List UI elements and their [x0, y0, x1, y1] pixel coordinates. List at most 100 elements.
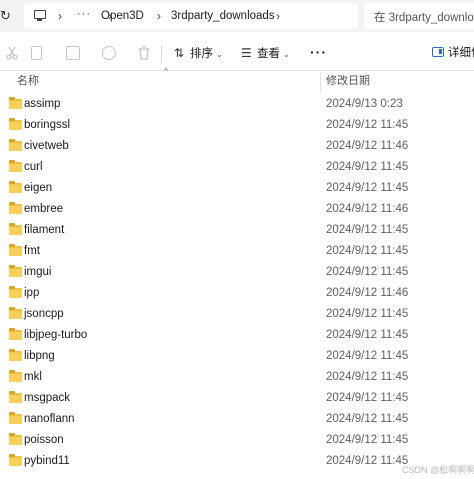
sort-icon: ⇅ — [174, 46, 185, 60]
file-row[interactable]: embree 2024/9/12 11:46 — [0, 199, 474, 220]
command-bar: ⇅排序⌄ ☰查看⌄ ··· 详细信息 — [0, 36, 474, 70]
file-modified-date: 2024/9/12 11:45 — [326, 224, 409, 236]
column-header-modified[interactable]: 修改日期 — [326, 74, 370, 88]
folder-icon — [9, 139, 22, 151]
file-modified-date: 2024/9/12 11:45 — [326, 371, 409, 383]
file-row[interactable]: eigen 2024/9/12 11:45 — [0, 178, 474, 199]
file-modified-date: 2024/9/12 11:46 — [326, 203, 409, 215]
folder-icon — [9, 118, 22, 130]
file-modified-date: 2024/9/12 11:45 — [326, 392, 409, 404]
folder-icon — [9, 349, 22, 361]
file-modified-date: 2024/9/12 11:45 — [326, 245, 409, 257]
file-name: ipp — [24, 287, 40, 299]
file-row[interactable]: mkl 2024/9/12 11:45 — [0, 367, 474, 388]
breadcrumb-open3d[interactable]: Open3D — [101, 8, 144, 24]
folder-icon — [9, 244, 22, 256]
file-modified-date: 2024/9/12 11:45 — [326, 182, 409, 194]
rename-icon[interactable] — [66, 46, 80, 60]
folder-icon — [9, 433, 22, 445]
share-icon[interactable] — [102, 46, 116, 60]
folder-icon — [9, 97, 22, 109]
file-name: curl — [24, 161, 43, 173]
file-modified-date: 2024/9/12 11:45 — [326, 434, 409, 446]
file-row[interactable]: libpng 2024/9/12 11:45 — [0, 346, 474, 367]
file-name: mkl — [24, 371, 42, 383]
folder-icon — [9, 202, 22, 214]
file-name: civetweb — [24, 140, 69, 152]
file-modified-date: 2024/9/12 11:45 — [326, 308, 409, 320]
breadcrumb-3rdparty-downloads[interactable]: 3rdparty_downloads — [171, 8, 275, 24]
file-name: boringssl — [24, 119, 71, 131]
file-modified-date: 2024/9/13 0:23 — [326, 98, 403, 110]
refresh-icon[interactable]: ↻ — [0, 8, 11, 24]
file-name: filament — [24, 224, 65, 236]
folder-icon — [9, 391, 22, 403]
file-row[interactable]: imgui 2024/9/12 11:45 — [0, 262, 474, 283]
file-row[interactable]: boringssl 2024/9/12 11:45 — [0, 115, 474, 136]
file-name: assimp — [24, 98, 61, 110]
file-row[interactable]: ipp 2024/9/12 11:46 — [0, 283, 474, 304]
file-name: msgpack — [24, 392, 71, 404]
sort-button[interactable]: ⇅ 排序 ⌄ — [174, 43, 223, 63]
computer-icon[interactable] — [34, 10, 46, 21]
file-row[interactable]: poisson 2024/9/12 11:45 — [0, 430, 474, 451]
folder-icon — [9, 181, 22, 193]
file-modified-date: 2024/9/12 11:45 — [326, 329, 409, 341]
chevron-right-icon[interactable]: › — [276, 7, 280, 25]
file-row[interactable]: nanoflann 2024/9/12 11:45 — [0, 409, 474, 430]
search-placeholder: 在 3rdparty_downloads 中搜索 — [374, 12, 474, 24]
file-row[interactable]: fmt 2024/9/12 11:45 — [0, 241, 474, 262]
file-row[interactable]: curl 2024/9/12 11:45 — [0, 157, 474, 178]
file-row[interactable]: jsoncpp 2024/9/12 11:45 — [0, 304, 474, 325]
file-name: embree — [24, 203, 63, 215]
file-row[interactable]: msgpack 2024/9/12 11:45 — [0, 388, 474, 409]
delete-icon[interactable] — [137, 46, 151, 60]
address-bar-row: ↻ › ··· › Open3D › 3rdparty_downloads › … — [0, 0, 474, 32]
folder-icon — [9, 286, 22, 298]
column-divider[interactable] — [320, 72, 321, 92]
file-name: poisson — [24, 434, 64, 446]
details-pane-icon — [432, 47, 444, 57]
folder-icon — [9, 160, 22, 172]
chevron-right-icon[interactable]: › — [58, 7, 62, 25]
watermark: CSDN @松啊啊啊 — [402, 465, 474, 475]
sort-label: 排序 — [190, 48, 213, 60]
file-modified-date: 2024/9/12 11:45 — [326, 161, 409, 173]
file-row[interactable]: civetweb 2024/9/12 11:46 — [0, 136, 474, 157]
folder-icon — [9, 412, 22, 424]
chevron-down-icon: ⌄ — [216, 50, 223, 59]
file-modified-date: 2024/9/12 11:45 — [326, 413, 409, 425]
file-row[interactable]: libjpeg-turbo 2024/9/12 11:45 — [0, 325, 474, 346]
folder-icon — [9, 328, 22, 340]
column-header-name[interactable]: 名称 — [17, 74, 39, 88]
folder-icon — [9, 370, 22, 382]
search-input[interactable]: 在 3rdparty_downloads 中搜索 — [364, 3, 474, 29]
view-label: 查看 — [257, 48, 280, 60]
copy-icon[interactable] — [31, 46, 42, 60]
view-icon: ☰ — [241, 46, 252, 60]
file-modified-date: 2024/9/12 11:46 — [326, 287, 409, 299]
file-row[interactable]: assimp 2024/9/13 0:23 — [0, 94, 474, 115]
file-row[interactable]: filament 2024/9/12 11:45 — [0, 220, 474, 241]
cut-icon[interactable] — [5, 46, 19, 60]
more-options-icon[interactable]: ··· — [310, 44, 327, 60]
file-name: pybind11 — [24, 455, 70, 467]
file-name: libjpeg-turbo — [24, 329, 88, 341]
file-name: eigen — [24, 182, 53, 194]
file-modified-date: 2024/9/12 11:45 — [326, 266, 409, 278]
folder-icon — [9, 307, 22, 319]
folder-icon — [9, 454, 22, 466]
folder-icon — [9, 265, 22, 277]
file-modified-date: 2024/9/12 11:46 — [326, 140, 409, 152]
details-label: 详细信息 — [448, 47, 474, 59]
view-button[interactable]: ☰ 查看 ⌄ — [241, 43, 290, 63]
file-modified-date: 2024/9/12 11:45 — [326, 119, 409, 131]
chevron-down-icon: ⌄ — [283, 50, 290, 59]
details-pane-button[interactable]: 详细信息 — [432, 43, 474, 63]
file-name: fmt — [24, 245, 40, 257]
chevron-right-icon[interactable]: › — [157, 7, 161, 25]
address-bar[interactable]: › ··· › Open3D › 3rdparty_downloads › — [24, 3, 358, 29]
more-locations-icon[interactable]: ··· — [77, 6, 91, 22]
toolbar-divider — [161, 45, 162, 63]
folder-icon — [9, 223, 22, 235]
